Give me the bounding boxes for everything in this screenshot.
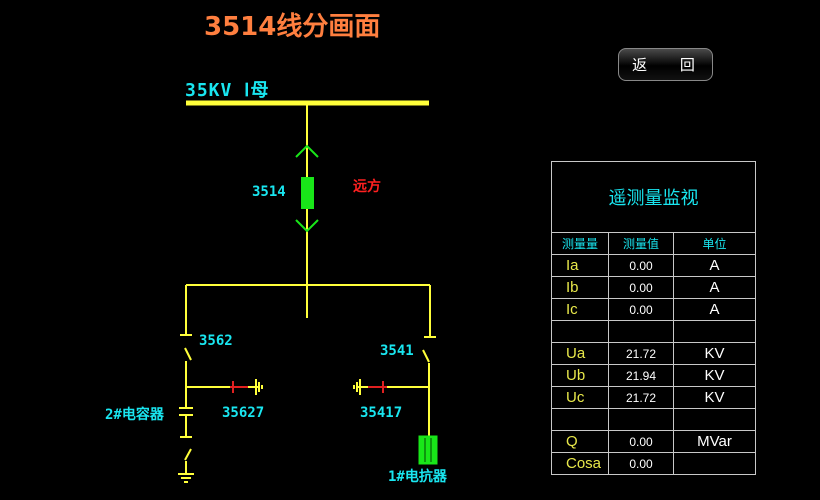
row-value	[608, 320, 674, 343]
ground-switch-35627-label: 35627	[222, 405, 265, 421]
reactor-label: 1#电抗器	[388, 469, 447, 485]
header-quantity: 测量量	[551, 232, 609, 255]
table-row: Ib 0.00 A	[551, 276, 756, 299]
row-name: Ia	[551, 254, 609, 277]
row-name: Ic	[551, 298, 609, 321]
table-row: Ub 21.94 KV	[551, 364, 756, 387]
switch-3541[interactable]	[422, 349, 430, 363]
row-value: 0.00	[608, 430, 674, 453]
row-value: 21.94	[608, 364, 674, 387]
row-unit: KV	[673, 386, 756, 409]
bus-label: 35KV Ⅰ母	[185, 80, 270, 101]
telemetry-panel: 遥测量监视 测量量 测量值 单位 Ia 0.00 A Ib 0.00 A Ic …	[551, 161, 756, 475]
row-value: 0.00	[608, 298, 674, 321]
table-row: Ua 21.72 KV	[551, 342, 756, 365]
table-row	[551, 408, 756, 431]
row-name: Ub	[551, 364, 609, 387]
row-unit: KV	[673, 364, 756, 387]
breaker-label: 3514	[252, 184, 286, 200]
table-row: Cosa 0.00	[551, 452, 756, 475]
row-value: 0.00	[608, 276, 674, 299]
capacitor-label: 2#电容器	[105, 407, 164, 423]
header-value: 测量值	[608, 232, 674, 255]
ground-switch-35417-label: 35417	[360, 405, 403, 421]
row-name: Ua	[551, 342, 609, 365]
row-name: Uc	[551, 386, 609, 409]
row-unit: KV	[673, 342, 756, 365]
row-value: 21.72	[608, 342, 674, 365]
row-unit	[673, 320, 756, 343]
row-name	[551, 408, 609, 431]
header-unit: 单位	[673, 232, 756, 255]
row-value	[608, 408, 674, 431]
table-row: Uc 21.72 KV	[551, 386, 756, 409]
table-row	[551, 320, 756, 343]
row-unit: MVar	[673, 430, 756, 453]
table-row: Q 0.00 MVar	[551, 430, 756, 453]
row-name: Q	[551, 430, 609, 453]
breaker-3514[interactable]	[301, 177, 314, 209]
row-name: Cosa	[551, 452, 609, 475]
switch-3562-label: 3562	[199, 333, 233, 349]
row-unit: A	[673, 298, 756, 321]
row-name	[551, 320, 609, 343]
row-value: 0.00	[608, 254, 674, 277]
table-row: Ic 0.00 A	[551, 298, 756, 321]
row-unit	[673, 452, 756, 475]
row-unit	[673, 408, 756, 431]
row-name: Ib	[551, 276, 609, 299]
row-unit: A	[673, 254, 756, 277]
switch-3541-label: 3541	[380, 343, 414, 359]
reactor-symbol	[418, 435, 438, 465]
row-value: 0.00	[608, 452, 674, 475]
row-value: 21.72	[608, 386, 674, 409]
switch-3562[interactable]	[184, 347, 192, 361]
table-row: Ia 0.00 A	[551, 254, 756, 277]
row-unit: A	[673, 276, 756, 299]
panel-title: 遥测量监视	[551, 161, 756, 233]
remote-mode-label: 远方	[353, 179, 381, 195]
